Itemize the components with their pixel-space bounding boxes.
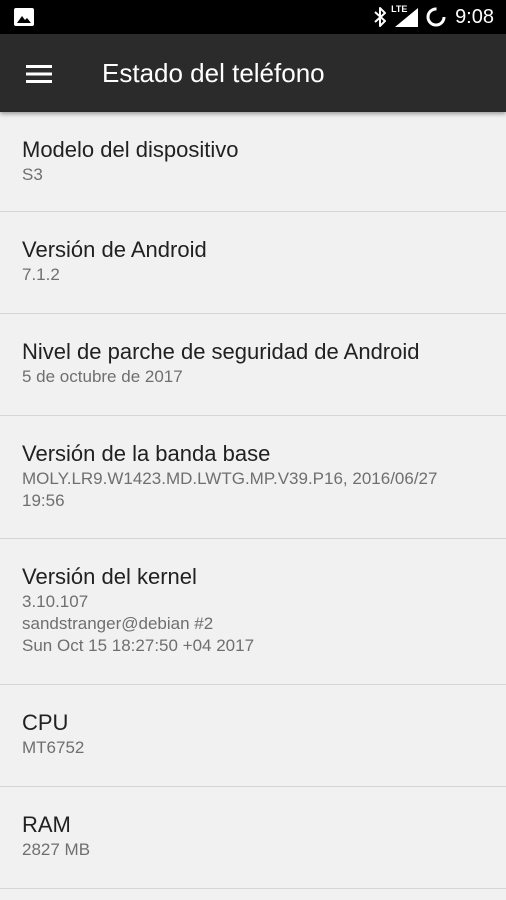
item-summary: 5 de octubre de 2017 <box>22 367 183 386</box>
item-title: Versión del kernel <box>22 564 197 589</box>
item-title: Versión de Android <box>22 237 207 262</box>
app-bar: Estado del teléfono <box>0 34 506 112</box>
clock: 9:08 <box>455 6 494 28</box>
item-title: CPU <box>22 710 69 735</box>
list-item-device-model[interactable]: Modelo del dispositivo S3 <box>0 112 506 212</box>
lte-signal-icon: LTE <box>391 4 419 28</box>
image-icon <box>14 8 34 26</box>
item-title: Versión de la banda base <box>22 441 271 466</box>
list-item-ram[interactable]: RAM 2827 MB <box>0 787 506 889</box>
item-title: Nivel de parche de seguridad de Android <box>22 339 420 364</box>
page-title: Estado del teléfono <box>102 58 325 88</box>
list-item-security-patch[interactable]: Nivel de parche de seguridad de Android … <box>0 314 506 416</box>
item-summary: 7.1.2 <box>22 265 60 284</box>
item-summary: MOLY.LR9.W1423.MD.LWTG.MP.V39.P16, 2016/… <box>22 469 438 510</box>
item-summary: MT6752 <box>22 738 85 757</box>
item-title: RAM <box>22 812 71 837</box>
list-item-baseband-version[interactable]: Versión de la banda base MOLY.LR9.W1423.… <box>0 416 506 539</box>
status-bar: LTE 9:08 <box>0 0 506 34</box>
network-type-label: LTE <box>391 4 408 14</box>
list-item-cpu[interactable]: CPU MT6752 <box>0 685 506 787</box>
sync-icon <box>426 7 446 27</box>
info-list: Modelo del dispositivo S3 Versión de And… <box>0 112 506 889</box>
item-summary: S3 <box>22 165 43 184</box>
item-summary: 2827 MB <box>22 840 91 859</box>
bluetooth-icon <box>374 7 387 27</box>
item-title: Modelo del dispositivo <box>22 137 239 162</box>
list-item-android-version[interactable]: Versión de Android 7.1.2 <box>0 212 506 314</box>
hamburger-menu-icon <box>26 65 52 83</box>
menu-button[interactable] <box>14 49 64 99</box>
list-item-kernel-version[interactable]: Versión del kernel 3.10.107 sandstranger… <box>0 539 506 685</box>
status-icons: LTE 9:08 <box>373 0 494 34</box>
item-summary: 3.10.107 sandstranger@debian #2 Sun Oct … <box>22 592 255 655</box>
